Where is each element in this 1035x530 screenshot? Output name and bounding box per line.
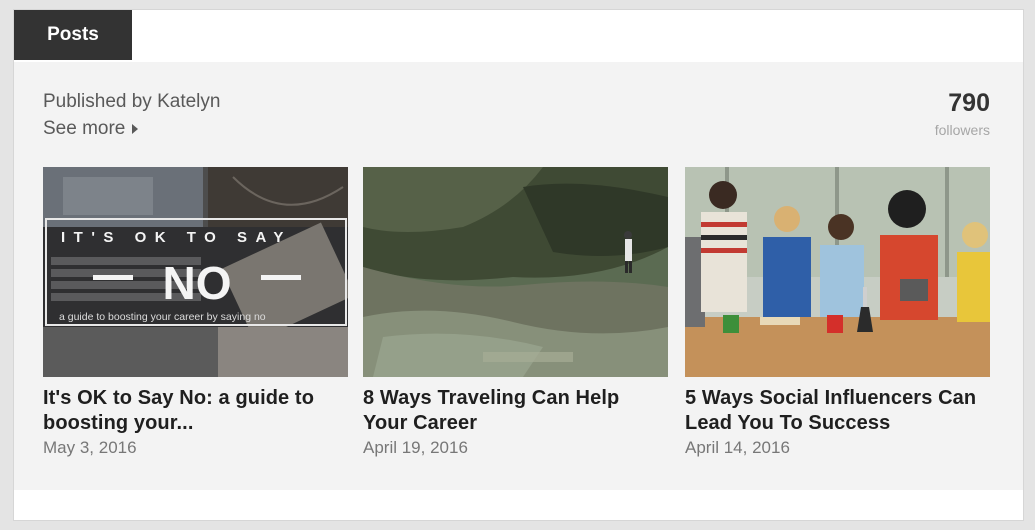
- post-title[interactable]: 5 Ways Social Influencers Can Lead You T…: [685, 386, 990, 436]
- tab-posts[interactable]: Posts: [14, 10, 132, 60]
- thumb-headline-main: NO: [163, 257, 232, 309]
- post-title[interactable]: 8 Ways Traveling Can Help Your Career: [363, 386, 668, 436]
- thumb-tagline: a guide to boosting your career by sayin…: [59, 311, 266, 323]
- posts-card: Posts Published by Katelyn See more 790 …: [14, 10, 1023, 520]
- chevron-right-icon: [132, 124, 139, 134]
- thumb-headline-top: IT'S OK TO SAY: [61, 229, 292, 246]
- followers-count: 790: [948, 89, 990, 117]
- followers-label: followers: [934, 122, 990, 138]
- post-card[interactable]: 8 Ways Traveling Can Help Your Career Ap…: [363, 167, 668, 458]
- see-more-label: See more: [43, 118, 126, 139]
- post-thumbnail[interactable]: IT'S OK TO SAY NO a guide to boosting yo…: [43, 167, 348, 377]
- post-card[interactable]: 5 Ways Social Influencers Can Lead You T…: [685, 167, 990, 458]
- post-date: April 14, 2016: [685, 438, 790, 457]
- post-thumbnail[interactable]: [363, 167, 668, 377]
- card-footer: [14, 490, 1023, 520]
- tab-bar: Posts: [14, 10, 1023, 62]
- post-thumbnail[interactable]: [685, 167, 990, 377]
- see-more-link[interactable]: See more: [43, 118, 139, 140]
- post-card[interactable]: IT'S OK TO SAY NO a guide to boosting yo…: [43, 167, 348, 458]
- posts-panel: Published by Katelyn See more 790 follow…: [14, 62, 1023, 490]
- hiker-figure: [624, 231, 632, 273]
- published-by-label: Published by Katelyn: [43, 91, 221, 112]
- post-date: May 3, 2016: [43, 438, 137, 457]
- post-title[interactable]: It's OK to Say No: a guide to boosting y…: [43, 386, 348, 436]
- post-date: April 19, 2016: [363, 438, 468, 457]
